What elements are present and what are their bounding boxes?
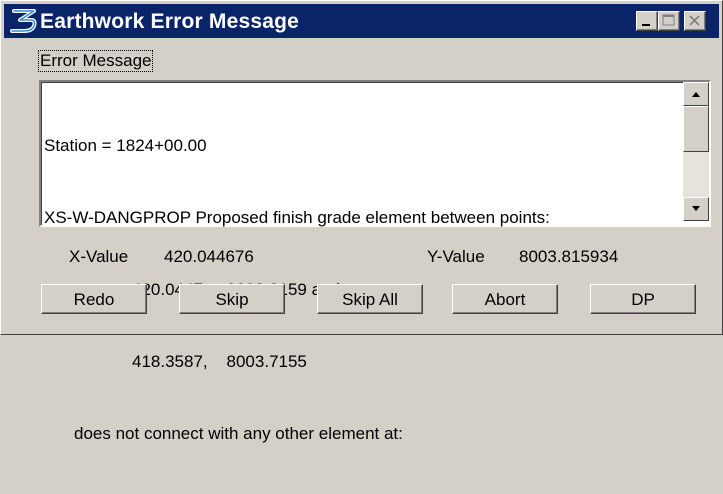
bentley-b-icon xyxy=(10,8,38,34)
maximize-button[interactable] xyxy=(658,11,680,31)
close-icon xyxy=(689,15,700,26)
scroll-down-button[interactable] xyxy=(683,197,709,221)
minimize-button[interactable] xyxy=(636,11,658,31)
redo-button[interactable]: Redo xyxy=(41,284,147,314)
minimize-icon xyxy=(642,24,650,26)
message-line-element: XS-W-DANGPROP Proposed finish grade elem… xyxy=(44,208,550,227)
title-bar[interactable]: Earthwork Error Message xyxy=(4,4,719,38)
message-line-connect: does not connect with any other element … xyxy=(74,424,403,443)
abort-button[interactable]: Abort xyxy=(452,284,558,314)
close-button[interactable] xyxy=(684,11,706,31)
window-title: Earthwork Error Message xyxy=(40,10,300,33)
y-value-label: Y-Value xyxy=(427,247,485,266)
maximize-icon xyxy=(662,14,675,26)
error-message-textbox[interactable]: Station = 1824+00.00 XS-W-DANGPROP Propo… xyxy=(39,80,711,443)
error-message-window: Earthwork Error Message Error Message St… xyxy=(0,0,723,443)
x-value: 420.044676 xyxy=(164,247,254,266)
vertical-scrollbar[interactable] xyxy=(683,82,709,221)
x-value-label: X-Value xyxy=(69,247,129,266)
scrollbar-thumb[interactable] xyxy=(683,106,709,152)
message-line-station: Station = 1824+00.00 xyxy=(44,136,207,155)
skip-all-button[interactable]: Skip All xyxy=(317,284,423,314)
error-message-label: Error Message xyxy=(37,50,154,72)
arrow-up-icon xyxy=(692,92,700,97)
skip-button[interactable]: Skip xyxy=(179,284,285,314)
dp-button[interactable]: DP xyxy=(590,284,696,314)
arrow-down-icon xyxy=(692,206,700,211)
message-line-point2: 418.3587, 8003.7155 xyxy=(132,352,307,371)
y-value: 8003.815934 xyxy=(519,247,619,266)
scroll-up-button[interactable] xyxy=(683,82,709,106)
